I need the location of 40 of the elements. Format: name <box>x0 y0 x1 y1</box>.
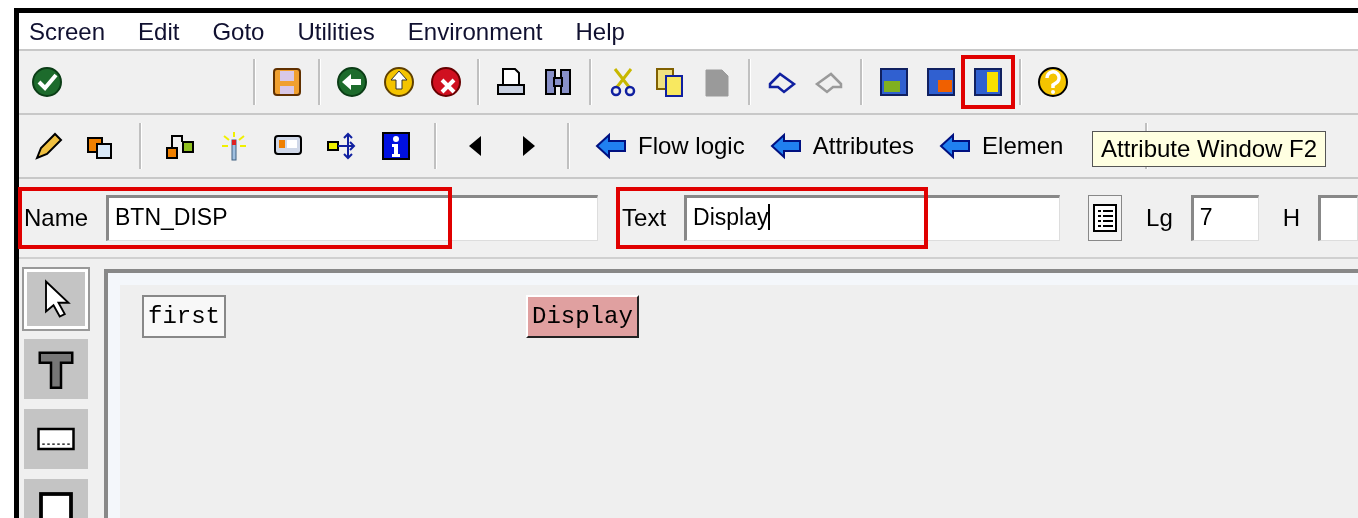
checkbox-tool-icon <box>36 489 76 518</box>
input-field[interactable]: 7 <box>1190 195 1259 241</box>
cancel-icon[interactable] <box>430 66 462 98</box>
copy-icon[interactable] <box>654 66 686 98</box>
menu-item[interactable]: Screen <box>29 18 106 49</box>
help-icon[interactable] <box>1037 66 1069 98</box>
palette-tool[interactable] <box>24 269 88 329</box>
back-icon[interactable] <box>336 66 368 98</box>
flow-link[interactable]: Elemen <box>936 130 1064 162</box>
field-label: Name <box>24 204 89 232</box>
menu-item[interactable]: Utilities <box>297 18 375 49</box>
field-label: Text <box>622 204 667 232</box>
menu-item[interactable]: Help <box>575 18 625 49</box>
screen-pushbutton[interactable]: Display <box>526 295 639 338</box>
list-button[interactable] <box>1088 195 1123 241</box>
menu-item[interactable]: Goto <box>212 18 265 49</box>
find-icon[interactable] <box>542 66 574 98</box>
input-field[interactable] <box>1318 195 1358 241</box>
flow-link[interactable]: Attributes <box>766 130 915 162</box>
field-label: H <box>1282 204 1301 232</box>
text-tool-icon <box>36 349 76 389</box>
save-icon[interactable] <box>271 66 303 98</box>
info-icon[interactable] <box>380 130 412 162</box>
menu-item[interactable]: Edit <box>138 18 180 49</box>
palette-tool[interactable] <box>24 409 88 469</box>
print-icon[interactable] <box>495 66 527 98</box>
exit-icon[interactable] <box>383 66 415 98</box>
tooltip: Attribute Window F2 <box>1092 131 1327 167</box>
field-label: Lg <box>1146 204 1173 232</box>
screen-icon[interactable] <box>925 66 957 98</box>
input-field[interactable]: Display <box>684 195 1061 241</box>
menu-item[interactable]: Environment <box>407 18 543 49</box>
screen-icon[interactable] <box>878 66 910 98</box>
check-icon[interactable] <box>31 66 63 98</box>
screen-text-element[interactable]: first <box>142 295 226 338</box>
flow-link[interactable]: Flow logic <box>592 130 745 162</box>
input-field[interactable]: BTN_DISP <box>106 195 599 241</box>
attributes-icon[interactable] <box>972 66 1004 98</box>
palette-tool[interactable] <box>24 339 88 399</box>
distribute-icon[interactable] <box>326 130 358 162</box>
